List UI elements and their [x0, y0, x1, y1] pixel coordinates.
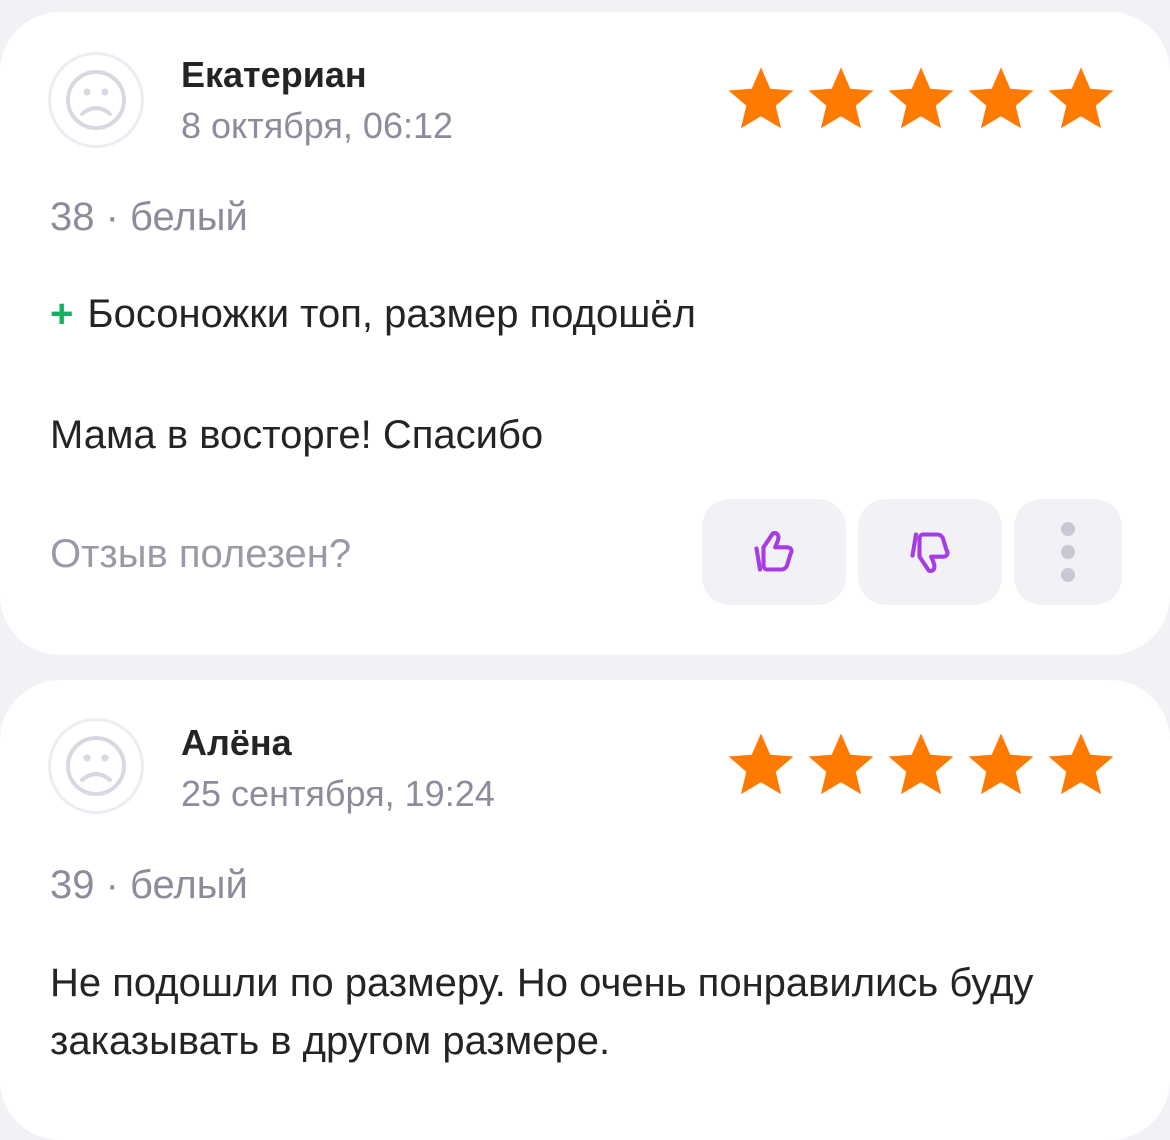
star-icon [808, 67, 874, 129]
review-date: 8 октября, 06:12 [181, 105, 454, 146]
avatar [48, 52, 144, 148]
star-icon [1048, 67, 1114, 129]
rating-stars [722, 728, 1120, 800]
helpful-question: Отзыв полезен? [50, 532, 352, 576]
review-comment: Мама в восторге! Спасибо [50, 413, 544, 457]
star-icon [968, 67, 1034, 129]
review-date: 25 сентября, 19:24 [181, 773, 495, 814]
variant-info: 39 · белый [50, 863, 248, 907]
star-icon [1048, 733, 1114, 795]
thumbs-down-icon [910, 532, 950, 573]
more-vertical-icon [1061, 522, 1075, 582]
star-icon [968, 733, 1034, 795]
author-name: Алёна [181, 722, 292, 763]
pros-text: + Босоножки топ, размер подошёл [50, 292, 696, 337]
more-button[interactable] [1014, 499, 1122, 605]
rating-stars [722, 62, 1120, 134]
star-icon [888, 733, 954, 795]
variant-info: 38 · белый [50, 195, 248, 239]
review-card: Алёна 25 сентября, 19:24 39 · белый Не п… [0, 680, 1170, 1140]
thumbs-up-icon [754, 531, 794, 572]
star-icon [728, 733, 794, 795]
avatar [48, 718, 144, 814]
like-button[interactable] [702, 499, 846, 605]
star-icon [728, 67, 794, 129]
review-card: Екатериан 8 октября, 06:12 38 · белый + Б… [0, 12, 1170, 655]
review-comment: Не подошли по размеру. Но очень понравил… [50, 961, 1034, 1063]
sad-face-icon [66, 736, 126, 796]
pros-label: Босоножки топ, размер подошёл [87, 292, 696, 336]
star-icon [888, 67, 954, 129]
sad-face-icon [66, 70, 126, 130]
author-name: Екатериан [181, 54, 367, 95]
plus-icon: + [50, 292, 74, 336]
star-icon [808, 733, 874, 795]
dislike-button[interactable] [858, 499, 1002, 605]
